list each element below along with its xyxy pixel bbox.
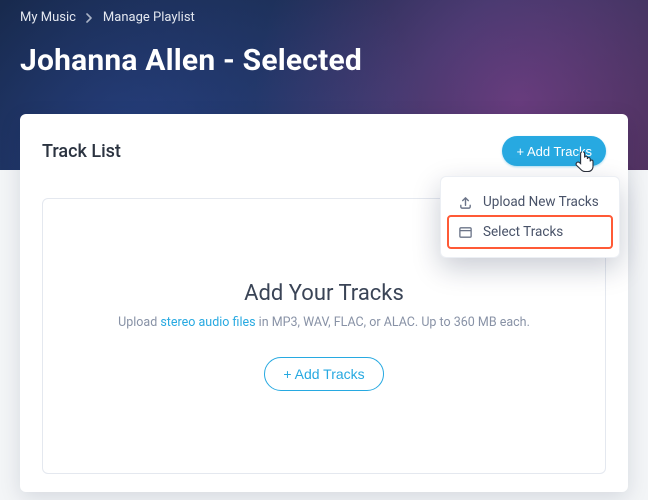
chevron-right-icon bbox=[86, 13, 93, 23]
add-tracks-button[interactable]: + Add Tracks bbox=[502, 136, 606, 166]
page-title: Johanna Allen - Selected bbox=[20, 43, 628, 78]
card-title: Track List bbox=[42, 141, 121, 162]
track-list-card: Track List + Add Tracks Upload New Track… bbox=[20, 114, 628, 492]
menu-item-select-tracks[interactable]: Select Tracks bbox=[449, 217, 611, 247]
breadcrumb-root[interactable]: My Music bbox=[20, 10, 76, 25]
upload-icon bbox=[457, 195, 473, 210]
browser-window-icon bbox=[457, 225, 473, 240]
dropzone-text-post: in MP3, WAV, FLAC, or ALAC. Up to 360 MB… bbox=[256, 315, 530, 330]
stereo-audio-files-link[interactable]: stereo audio files bbox=[160, 315, 255, 330]
breadcrumb-current[interactable]: Manage Playlist bbox=[103, 10, 195, 25]
dropzone-text-pre: Upload bbox=[118, 315, 160, 330]
dropzone-help-text: Upload stereo audio files in MP3, WAV, F… bbox=[118, 314, 530, 333]
add-tracks-dropdown: Upload New Tracks Select Tracks bbox=[440, 176, 620, 258]
add-tracks-secondary-label: + Add Tracks bbox=[283, 366, 364, 382]
breadcrumb: My Music Manage Playlist bbox=[20, 10, 628, 25]
card-header: Track List + Add Tracks Upload New Track… bbox=[42, 136, 606, 166]
menu-item-upload-new-tracks[interactable]: Upload New Tracks bbox=[449, 187, 611, 217]
add-tracks-button-label: + Add Tracks bbox=[516, 144, 592, 159]
menu-item-upload-label: Upload New Tracks bbox=[483, 194, 599, 210]
dropzone-heading: Add Your Tracks bbox=[244, 281, 404, 306]
menu-item-select-label: Select Tracks bbox=[483, 224, 563, 240]
add-tracks-secondary-button[interactable]: + Add Tracks bbox=[264, 357, 383, 391]
